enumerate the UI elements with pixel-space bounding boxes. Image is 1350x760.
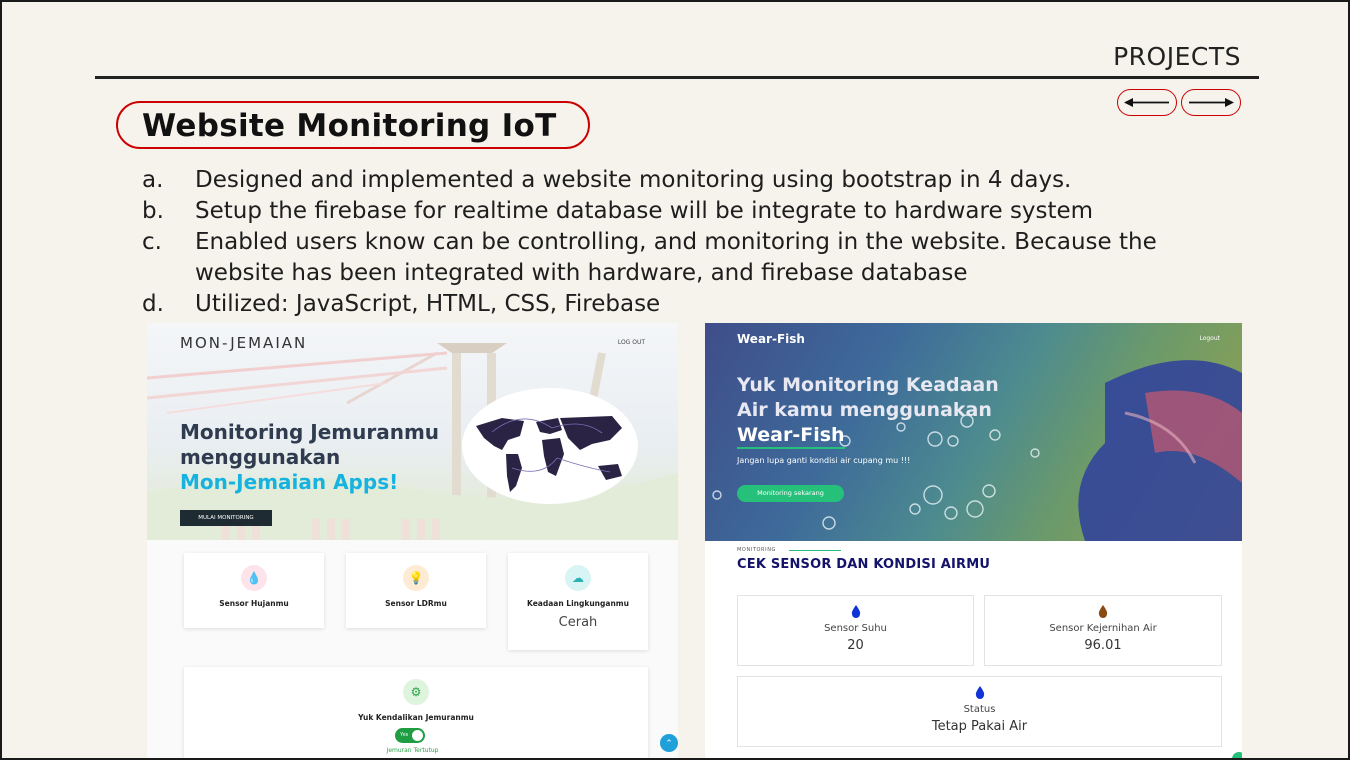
hero-line-accent: Wear-Fish — [737, 424, 845, 449]
mon-jemaian-screenshot: MON-JEMAIAN LOG OUT Monitoring Jemuranmu… — [147, 323, 678, 758]
hero-line: Monitoring Jemuranmu — [180, 420, 440, 444]
scroll-top-button[interactable]: ⌃ — [660, 734, 678, 752]
bullet-text: Utilized: JavaScript, HTML, CSS, Firebas… — [195, 291, 661, 317]
control-label: Yuk Kendalikan Jemuranmu — [358, 713, 474, 722]
box-label: Sensor Suhu — [824, 623, 887, 634]
start-monitoring-button[interactable]: Monitoring sekarang — [737, 485, 844, 502]
toggle-caption: Jemuran Tertutup — [386, 747, 439, 754]
sensor-box: Sensor Kejernihan Air 96.01 — [984, 595, 1222, 666]
slide-title: Website Monitoring IoT — [142, 108, 557, 144]
bullet-item: c. Enabled users know can be controlling,… — [142, 227, 1252, 289]
kicker-divider — [789, 550, 841, 551]
next-button[interactable] — [1181, 89, 1241, 116]
section-heading: CEK SENSOR DAN KONDISI AIRMU — [737, 557, 991, 572]
bullet-marker: b. — [142, 198, 164, 224]
bullet-item: a. Designed and implemented a website mon… — [142, 165, 1252, 196]
cloud-icon: ☁ — [565, 565, 591, 591]
box-label: Sensor Kejernihan Air — [1049, 623, 1157, 634]
bullet-marker: a. — [142, 167, 164, 193]
bullet-item: d. Utilized: JavaScript, HTML, CSS, Fireb… — [142, 289, 1252, 320]
hero-subtitle: Jangan lupa ganti kondisi air cupang mu … — [737, 456, 911, 465]
bulb-icon: 💡 — [403, 565, 429, 591]
hero-line: Yuk Monitoring Keadaan — [737, 374, 999, 396]
section-kicker: MONITORING — [737, 547, 777, 553]
card-label: Sensor Hujanmu — [219, 599, 289, 608]
bullet-marker: c. — [142, 229, 162, 255]
hero-section: Wear-Fish Logout Yuk Monitoring Keadaan … — [705, 323, 1242, 541]
bullet-list: a. Designed and implemented a website mon… — [142, 165, 1252, 320]
world-map-icon — [476, 416, 622, 492]
hero-line-accent: Mon-Jemaian Apps! — [180, 470, 399, 494]
box-value: 20 — [847, 638, 864, 653]
world-map-blob — [462, 388, 638, 504]
box-value: Tetap Pakai Air — [931, 719, 1028, 734]
water-drop-icon — [975, 686, 984, 699]
arrow-right-icon — [1189, 98, 1234, 107]
clothesline-toggle[interactable]: Yes — [395, 728, 425, 743]
bullet-marker: d. — [142, 291, 164, 317]
chevron-up-icon: ⌃ — [665, 738, 673, 748]
sensor-box: Sensor Suhu 20 — [737, 595, 974, 666]
card-label: Sensor LDRmu — [385, 599, 447, 608]
slide: PROJECTS Website Monitoring IoT a. Design… — [2, 2, 1348, 758]
brand-logo: MON-JEMAIAN — [180, 334, 308, 352]
hero-section: MON-JEMAIAN LOG OUT Monitoring Jemuranmu… — [147, 323, 678, 540]
hero-heading: Yuk Monitoring Keadaan Air kamu mengguna… — [737, 373, 999, 449]
sensor-card: 💧 Sensor Hujanmu — [184, 553, 324, 628]
toggle-text: Yes — [400, 732, 409, 738]
sensor-card: ☁ Keadaan Lingkunganmu Cerah — [508, 553, 648, 650]
water-drop-icon — [851, 605, 860, 618]
bullet-text: Enabled users know can be controlling, a… — [195, 229, 1157, 286]
hero-line: menggunakan — [180, 445, 341, 469]
status-box: Status Tetap Pakai Air — [737, 676, 1222, 747]
toggle-icon: ⚙ — [403, 679, 429, 705]
bullet-text: Designed and implemented a website monit… — [195, 167, 1072, 193]
box-label: Status — [963, 704, 996, 715]
card-value: Cerah — [558, 615, 598, 630]
section-title: PROJECTS — [1113, 42, 1241, 71]
bullet-text: Setup the firebase for realtime database… — [195, 198, 1094, 224]
logout-link[interactable]: Logout — [1199, 335, 1220, 342]
bullet-item: b. Setup the firebase for realtime databa… — [142, 196, 1252, 227]
brand-logo: Wear-Fish — [737, 332, 805, 346]
hero-heading: Monitoring Jemuranmu menggunakan Mon-Jem… — [180, 420, 439, 495]
arrow-left-icon — [1124, 98, 1169, 107]
previous-button[interactable] — [1117, 89, 1177, 116]
water-drop-icon — [1098, 605, 1108, 618]
start-monitoring-button[interactable]: MULAI MONITORING — [180, 510, 272, 526]
sensor-card: 💡 Sensor LDRmu — [346, 553, 486, 628]
control-card: ⚙ Yuk Kendalikan Jemuranmu — [184, 667, 648, 758]
rain-drop-icon: 💧 — [241, 565, 267, 591]
toggle-knob — [412, 730, 423, 741]
card-label: Keadaan Lingkunganmu — [527, 599, 629, 608]
floating-action-button[interactable] — [1232, 752, 1242, 758]
title-pill: Website Monitoring IoT — [116, 101, 590, 149]
logout-link[interactable]: LOG OUT — [618, 339, 645, 346]
wear-fish-screenshot: Wear-Fish Logout Yuk Monitoring Keadaan … — [705, 323, 1242, 758]
header-divider — [95, 76, 1259, 79]
hero-line: Air kamu menggunakan — [737, 399, 992, 421]
box-value: 96.01 — [1084, 638, 1122, 653]
